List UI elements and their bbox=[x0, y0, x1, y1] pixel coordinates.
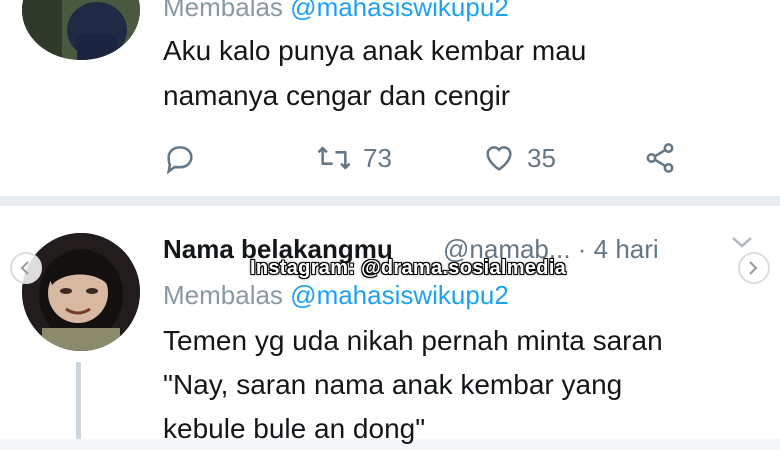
share-icon bbox=[646, 143, 674, 173]
tweet-text-line-2: "Nay, saran nama anak kembar yang bbox=[163, 369, 623, 400]
reply-button[interactable] bbox=[163, 138, 197, 178]
carousel-prev-button[interactable] bbox=[10, 252, 42, 284]
carousel-next-button[interactable] bbox=[738, 252, 770, 284]
chevron-left-icon bbox=[20, 261, 29, 275]
tweet-divider bbox=[0, 196, 780, 206]
tweet-text-line-1: Aku kalo punya anak kembar mau bbox=[163, 35, 587, 66]
tweet-actions: 73 35 bbox=[163, 138, 723, 178]
chevron-right-icon bbox=[749, 261, 758, 275]
avatar[interactable] bbox=[22, 0, 140, 60]
retweet-count: 73 bbox=[363, 142, 392, 173]
reply-context: Membalas @mahasiswikupu2 bbox=[163, 280, 509, 311]
tweet-card-2: Nama belakangmu @namab... · 4 hari Memba… bbox=[0, 206, 780, 444]
retweet-button[interactable]: 73 bbox=[315, 138, 392, 178]
tweet-text-line-2: namanya cengar dan cengir bbox=[163, 80, 511, 111]
tweet-text-line-3: kebule bule an dong" bbox=[163, 413, 426, 444]
reply-mention-link[interactable]: @mahasiswikupu2 bbox=[290, 280, 509, 310]
reply-icon bbox=[166, 146, 193, 175]
retweet-icon bbox=[317, 146, 351, 170]
tweet-text-line-1: Temen yg uda nikah pernah minta saran bbox=[163, 325, 663, 356]
heart-icon bbox=[486, 146, 512, 171]
like-button[interactable]: 35 bbox=[481, 138, 556, 178]
reply-prefix: Membalas bbox=[163, 280, 283, 310]
reply-prefix: Membalas bbox=[163, 0, 283, 22]
reply-mention-link[interactable]: @mahasiswikupu2 bbox=[290, 0, 509, 22]
tweet-card-1: Membalas @mahasiswikupu2 Aku kalo punya … bbox=[0, 0, 780, 196]
thread-line bbox=[76, 362, 81, 439]
chevron-down-icon[interactable] bbox=[730, 234, 754, 250]
watermark: Instagram: @drama.sosialmedia bbox=[250, 257, 567, 279]
reply-context: Membalas @mahasiswikupu2 bbox=[163, 0, 509, 23]
share-button[interactable] bbox=[643, 138, 677, 178]
avatar[interactable] bbox=[22, 233, 140, 351]
like-count: 35 bbox=[527, 142, 556, 173]
